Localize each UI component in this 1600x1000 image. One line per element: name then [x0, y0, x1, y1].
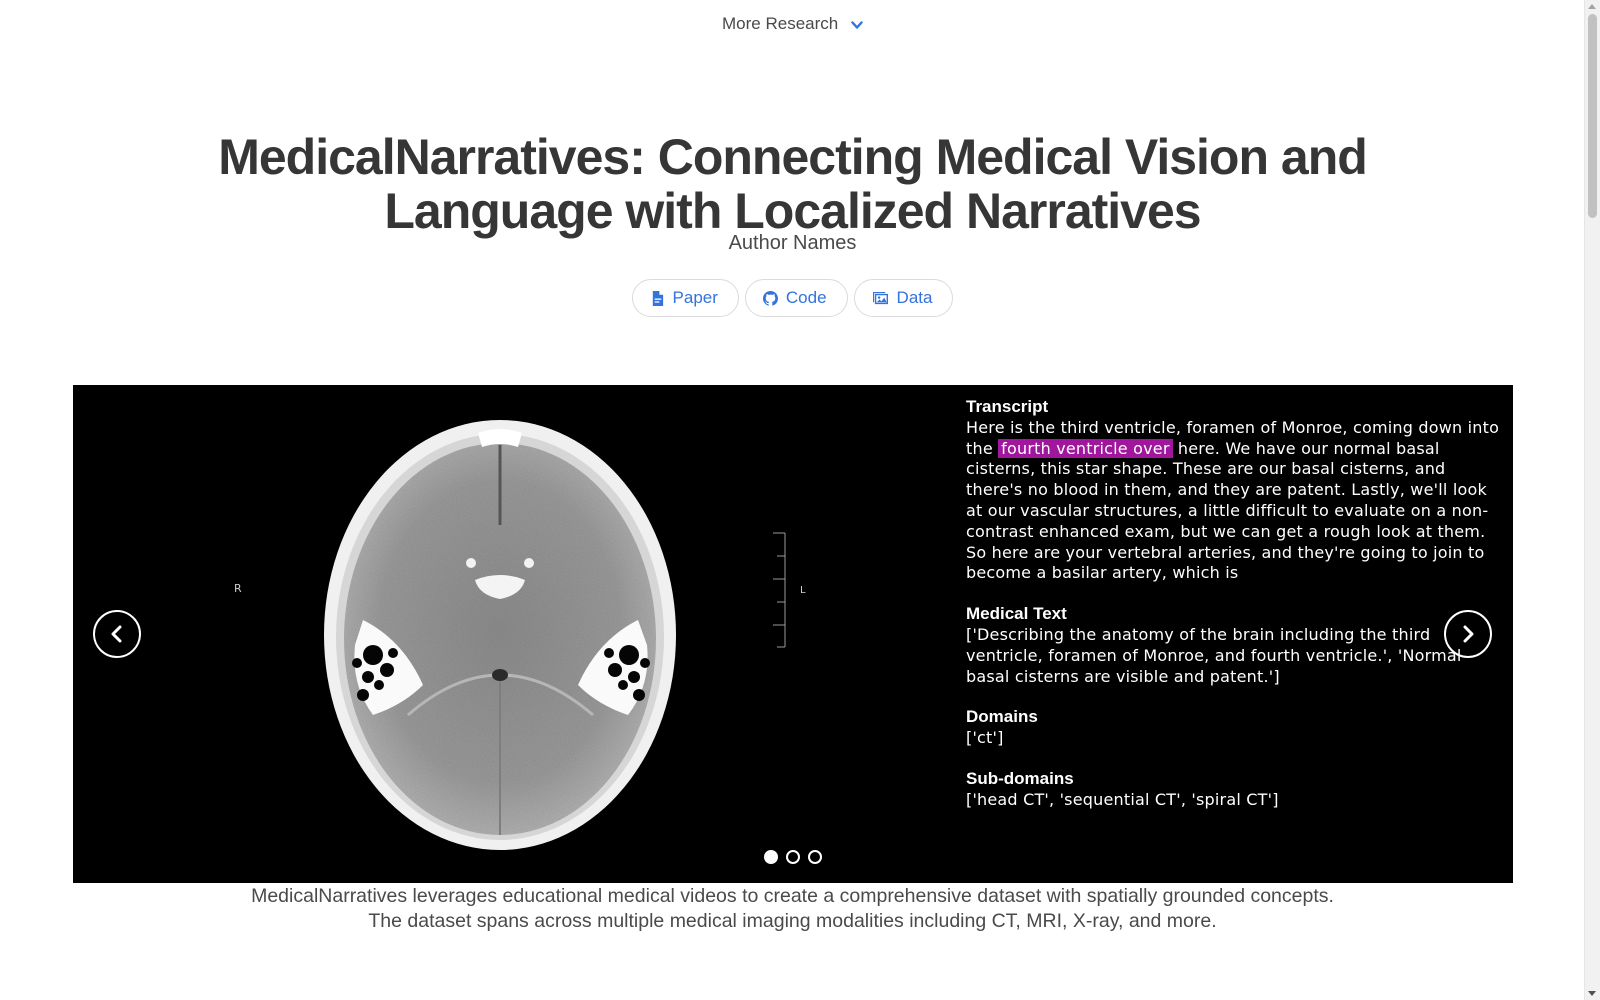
code-button[interactable]: Code: [744, 279, 848, 317]
page: More Research MedicalNarratives: Connect…: [0, 0, 1585, 1000]
scrollbar-thumb[interactable]: [1588, 14, 1597, 218]
carousel-caption: MedicalNarratives leverages educational …: [251, 885, 1334, 932]
github-icon: [762, 290, 778, 306]
code-button-label: Code: [785, 288, 827, 307]
medical-text: ['Describing the anatomy of the brain in…: [966, 624, 1462, 686]
scan-label-right: R: [234, 582, 242, 595]
transcript-text: Here is the third ventricle, foramen of …: [966, 418, 1506, 584]
pdf-icon: [652, 290, 663, 306]
carousel-dot-2[interactable]: [786, 850, 800, 864]
more-research-label: More Research: [722, 14, 839, 33]
subdomains-heading: Sub-domains: [966, 768, 1074, 788]
page-scrollbar[interactable]: [1584, 0, 1600, 1000]
link-buttons: Paper Code Data: [0, 279, 1585, 317]
domains-text: ['ct']: [966, 728, 1004, 748]
more-research-dropdown[interactable]: More Research: [0, 14, 1585, 35]
slide-info-panel: Transcript Here is the third ventricle, …: [966, 397, 1506, 831]
subdomains-text: ['head CT', 'sequential CT', 'spiral CT'…: [966, 789, 1279, 809]
carousel-prev-button[interactable]: [93, 610, 141, 658]
chevron-left-icon: [111, 625, 122, 643]
ct-scan-image: R L: [234, 420, 806, 850]
scan-label-left: L: [800, 585, 806, 596]
author-names: Author Names: [728, 232, 857, 254]
transcript-highlight: fourth ventricle over: [998, 438, 1173, 458]
paper-button[interactable]: Paper: [631, 279, 739, 317]
data-button[interactable]: Data: [853, 279, 954, 317]
page-title: MedicalNarratives: Connecting Medical Vi…: [218, 128, 1368, 239]
paper-button-label: Paper: [672, 288, 718, 307]
data-button-label: Data: [896, 288, 933, 307]
scroll-down-icon[interactable]: [1588, 991, 1596, 996]
images-icon: [872, 291, 888, 304]
domains-heading: Domains: [966, 707, 1038, 727]
transcript-heading: Transcript: [966, 397, 1049, 416]
carousel-pagination: [73, 850, 1513, 864]
carousel-dot-3[interactable]: [808, 850, 822, 864]
medical-text-heading: Medical Text: [966, 604, 1067, 624]
results-carousel[interactable]: R L Transcript Here is the third ventric…: [73, 385, 1513, 883]
scroll-up-icon[interactable]: [1588, 4, 1596, 9]
carousel-dot-1[interactable]: [764, 850, 778, 864]
chevron-down-icon: [851, 15, 863, 35]
transcript-after: here. We have our normal basal cisterns,…: [966, 438, 1489, 583]
